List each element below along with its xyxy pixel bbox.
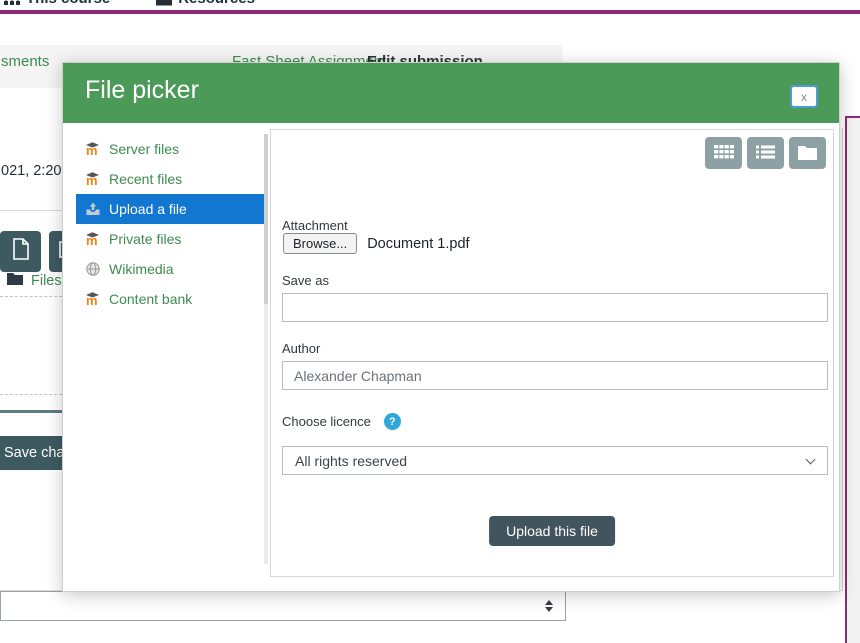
file-picker-content: Attachment Browse... Document 1.pdf Save…: [270, 129, 834, 577]
select-spinner-icon: [545, 600, 553, 612]
divider: [0, 410, 62, 413]
repo-label: Private files: [109, 231, 182, 247]
files-section: Files: [7, 272, 62, 290]
chevron-down-icon: [805, 454, 816, 465]
wikimedia-icon: [85, 261, 101, 277]
moodle-icon: m: [85, 231, 101, 247]
sitemap-icon: [4, 0, 20, 7]
folder-view-icon: [798, 144, 817, 163]
dropzone-border-top: [0, 296, 62, 297]
page: This course Resources sments Fast Sheet …: [0, 0, 860, 643]
repo-item-server-files[interactable]: m Server files: [76, 134, 268, 164]
divider: [842, 128, 843, 590]
folder-view-button[interactable]: [789, 137, 826, 169]
licence-label-row: Choose licence ?: [282, 413, 401, 430]
upload-this-file-button[interactable]: Upload this file: [489, 516, 615, 546]
add-file-button[interactable]: [0, 231, 41, 272]
repository-list: m Server files m Recent files Upload a f…: [76, 134, 268, 314]
top-navigation: This course Resources: [4, 0, 301, 7]
sidebar-scrollbar[interactable]: [264, 134, 268, 564]
licence-label: Choose licence: [282, 414, 371, 429]
save-as-label: Save as: [282, 273, 329, 288]
folder-icon: [7, 272, 23, 290]
file-picker-dialog: File picker x m Server files m Recent fi…: [62, 62, 840, 592]
save-as-input[interactable]: [282, 293, 828, 322]
repo-label: Content bank: [109, 291, 193, 307]
licence-select[interactable]: All rights reserved: [282, 446, 828, 475]
attachment-filename: Document 1.pdf: [367, 235, 470, 252]
grid-view-icon: [713, 144, 734, 163]
side-block-region: [845, 116, 860, 643]
repo-item-recent-files[interactable]: m Recent files: [76, 164, 268, 194]
divider: [0, 210, 62, 211]
dropzone-border-bottom: [0, 394, 62, 395]
dialog-title: File picker: [85, 76, 199, 104]
repo-item-upload-a-file[interactable]: Upload a file: [76, 194, 268, 224]
help-icon[interactable]: ?: [383, 413, 401, 430]
attachment-field: Browse... Document 1.pdf: [283, 233, 470, 254]
list-view-icon: [756, 144, 775, 163]
view-toggle-bar: [705, 137, 826, 169]
moodle-icon: m: [85, 171, 101, 187]
attachment-label: Attachment: [282, 218, 348, 233]
dialog-header: File picker x: [63, 63, 839, 123]
author-input[interactable]: [282, 361, 828, 390]
breadcrumb-assessments[interactable]: sments: [1, 53, 49, 70]
upload-icon: [85, 201, 101, 217]
repo-label: Recent files: [109, 171, 183, 187]
nav-resources-label: Resources: [178, 0, 255, 7]
repo-item-private-files[interactable]: m Private files: [76, 224, 268, 254]
list-view-button[interactable]: [747, 137, 784, 169]
close-button[interactable]: x: [790, 85, 818, 108]
nav-resources[interactable]: Resources: [156, 0, 255, 7]
repo-label: Upload a file: [109, 201, 187, 217]
licence-selected-value: All rights reserved: [295, 452, 408, 469]
page-bottom-select[interactable]: [0, 591, 566, 621]
repo-item-content-bank[interactable]: m Content bank: [76, 284, 268, 314]
nav-this-course-label: This course: [26, 0, 110, 7]
moodle-icon: m: [85, 141, 101, 157]
folder-icon: [156, 0, 173, 7]
add-file-icon: [11, 238, 31, 265]
moodle-icon: m: [85, 291, 101, 307]
repo-label: Wikimedia: [109, 261, 174, 277]
browse-button[interactable]: Browse...: [283, 233, 358, 254]
grid-view-button[interactable]: [705, 137, 742, 169]
brand-accent-bar: [0, 10, 860, 14]
repo-label: Server files: [109, 141, 180, 157]
author-label: Author: [282, 341, 321, 356]
files-label[interactable]: Files: [31, 273, 62, 289]
nav-this-course[interactable]: This course: [4, 0, 110, 7]
repo-item-wikimedia[interactable]: Wikimedia: [76, 254, 268, 284]
